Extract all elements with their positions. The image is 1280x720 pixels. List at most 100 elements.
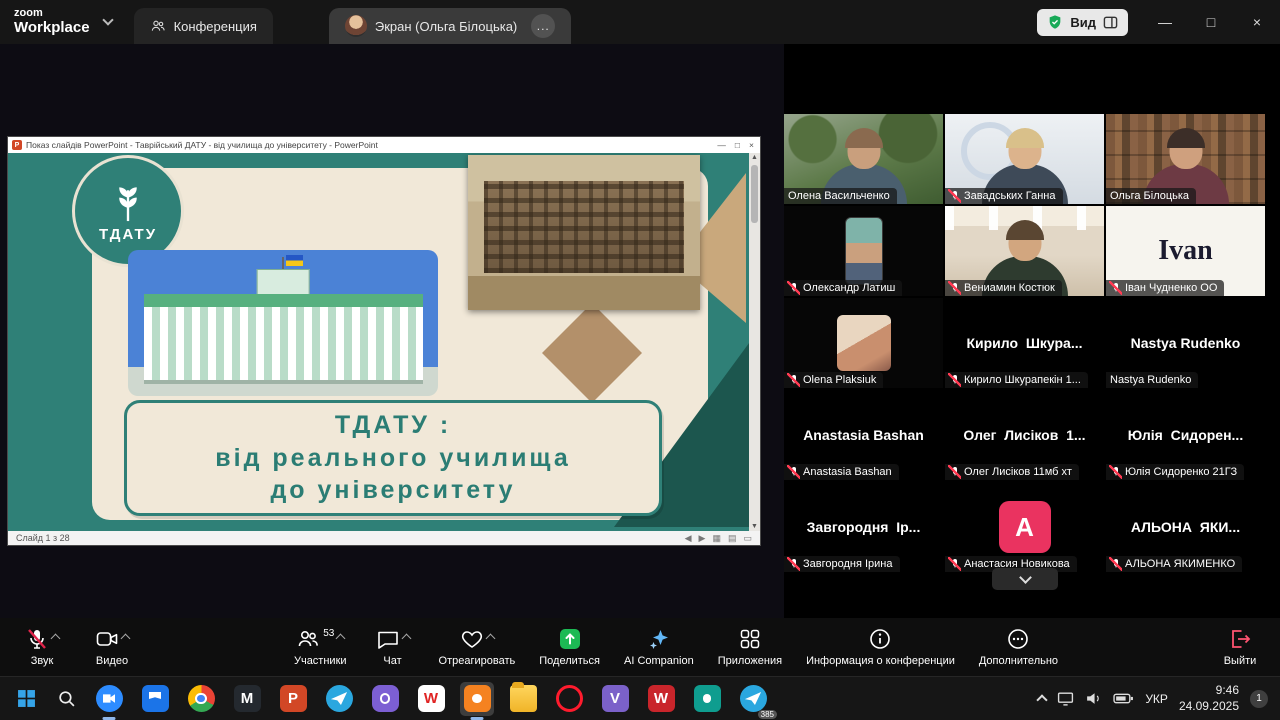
taskbar-app-photos[interactable]: [138, 682, 172, 716]
battery-icon[interactable]: [1113, 692, 1134, 705]
logo-text: ТДАТУ: [99, 226, 157, 243]
video-camera-icon: [95, 627, 119, 651]
language-indicator[interactable]: УКР: [1145, 692, 1168, 706]
participants-icon: [150, 18, 166, 34]
volume-icon[interactable]: [1085, 690, 1102, 707]
reading-view-icon[interactable]: ▭: [743, 533, 752, 544]
tab-more-button[interactable]: ...: [531, 14, 555, 38]
participants-button[interactable]: 53 Участники: [294, 627, 347, 667]
layout-icon: [1103, 15, 1118, 30]
participant-name-tag: Ольга Білоцька: [1106, 188, 1196, 204]
scroll-down-icon[interactable]: ▼: [751, 523, 758, 530]
prev-slide-icon[interactable]: ◀: [685, 533, 692, 544]
share-screen-button[interactable]: Поделиться: [539, 627, 600, 667]
grid-view-icon[interactable]: ▦: [712, 533, 721, 544]
chevron-down-icon[interactable]: [102, 14, 113, 25]
taskbar-app-mail[interactable]: [690, 682, 724, 716]
avatar-initial: A: [999, 501, 1051, 553]
taskbar-app-file-explorer[interactable]: [506, 682, 540, 716]
participant-name-tag: Nastya Rudenko: [1106, 372, 1198, 388]
participant-name: Anastasia Bashan: [803, 466, 892, 478]
chat-options-caret[interactable]: [401, 634, 411, 644]
taskbar-app-purple[interactable]: V: [598, 682, 632, 716]
view-button[interactable]: Вид: [1037, 9, 1128, 36]
scroll-up-icon[interactable]: ▲: [751, 154, 758, 161]
maximize-button[interactable]: □: [1188, 0, 1234, 44]
taskbar-app-opera[interactable]: [552, 682, 586, 716]
titlebar-right: Вид — □ ×: [1037, 0, 1280, 44]
taskbar-app-powerpoint[interactable]: P: [276, 682, 310, 716]
search-button[interactable]: [52, 685, 80, 713]
participant-tile[interactable]: Завадських Ганна: [945, 114, 1104, 204]
participant-tile[interactable]: Завгородня Ір... Завгородня Ірина: [784, 482, 943, 572]
reactions-label: Отреагировать: [439, 655, 516, 667]
ai-companion-button[interactable]: AI Companion: [624, 627, 694, 667]
taskbar-app-telegram[interactable]: [322, 682, 356, 716]
slide-title-line3: до університету: [270, 474, 515, 507]
tab-screen-share[interactable]: Экран (Ольга Білоцька) ...: [329, 8, 571, 44]
tab-meeting[interactable]: Конференция: [134, 8, 273, 44]
start-button[interactable]: [12, 685, 40, 713]
mic-muted-icon: [788, 466, 799, 478]
participant-tile-active-speaker[interactable]: Ольга Білоцька: [1106, 114, 1265, 204]
participant-tile[interactable]: Anastasia Bashan Anastasia Bashan: [784, 390, 943, 480]
slide-canvas[interactable]: ТДАТУ ТДАТУ : від реального училища до у…: [8, 153, 760, 531]
meeting-info-label: Информация о конференции: [806, 655, 955, 667]
taskbar-app-zoom[interactable]: [92, 682, 126, 716]
participant-tile[interactable]: Олена Васильченко: [784, 114, 943, 204]
participant-name: Вениамин Костюк: [964, 282, 1055, 294]
participant-name: Завгородня Ірина: [803, 558, 893, 570]
collapse-gallery-button[interactable]: [992, 568, 1058, 590]
participant-tile[interactable]: АЛЬОНА ЯКИ... АЛЬОНА ЯКИМЕНКО: [1106, 482, 1265, 572]
participant-tile[interactable]: A Анастасия Новикова: [945, 482, 1104, 572]
logo-workplace-text: Workplace: [14, 20, 90, 36]
next-slide-icon[interactable]: ▶: [699, 533, 706, 544]
audio-label: Звук: [31, 655, 54, 667]
apps-button[interactable]: Приложения: [718, 627, 782, 667]
taskbar-clock[interactable]: 9:46 24.09.2025: [1179, 683, 1239, 714]
system-tray: УКР 9:46 24.09.2025 1: [1038, 683, 1274, 714]
slide-scrollbar[interactable]: ▲ ▼: [749, 153, 760, 531]
taskbar-app-word-red[interactable]: W: [644, 682, 678, 716]
hidden-icons-chevron[interactable]: [1037, 694, 1048, 705]
video-options-caret[interactable]: [121, 634, 131, 644]
mic-muted-icon: [949, 558, 960, 570]
taskbar-app-gmail[interactable]: M: [230, 682, 264, 716]
taskbar-app-telegram-2[interactable]: 385: [736, 682, 770, 716]
reactions-button[interactable]: Отреагировать: [439, 627, 516, 667]
close-button[interactable]: ×: [1234, 0, 1280, 44]
participant-tile[interactable]: Кирило Шкура... Кирило Шкурапекін 1...: [945, 298, 1104, 388]
scrollbar-thumb[interactable]: [751, 165, 758, 223]
participant-tile[interactable]: Олег Лисіков 1... Олег Лисіков 11мб хт: [945, 390, 1104, 480]
taskbar-app-active[interactable]: [460, 682, 494, 716]
participant-name-tag: Юлія Сидоренко 21ГЗ: [1106, 464, 1244, 480]
leave-meeting-button[interactable]: Выйти: [1218, 627, 1262, 667]
share-screen-icon: [558, 627, 582, 651]
taskbar-app-wps[interactable]: W: [414, 682, 448, 716]
participant-tile[interactable]: Вениамин Костюк: [945, 206, 1104, 296]
ppt-close-button[interactable]: ×: [749, 140, 754, 150]
notification-count-badge[interactable]: 1: [1250, 690, 1268, 708]
audio-button[interactable]: Звук: [20, 627, 64, 667]
meeting-info-button[interactable]: Информация о конференции: [806, 627, 955, 667]
minimize-button[interactable]: —: [1142, 0, 1188, 44]
audio-options-caret[interactable]: [51, 634, 61, 644]
more-button[interactable]: Дополнительно: [979, 627, 1058, 667]
participants-options-caret[interactable]: [336, 634, 346, 644]
participant-tile[interactable]: Nastya Rudenko Nastya Rudenko: [1106, 298, 1265, 388]
participant-tile[interactable]: Олександр Латиш: [784, 206, 943, 296]
participant-tile[interactable]: Юлія Сидорен... Юлія Сидоренко 21ГЗ: [1106, 390, 1265, 480]
info-icon: [868, 627, 892, 651]
taskbar-app-chrome[interactable]: [184, 682, 218, 716]
ppt-minimize-button[interactable]: —: [717, 140, 726, 150]
video-button[interactable]: Видео: [90, 627, 134, 667]
chat-button[interactable]: Чат: [371, 627, 415, 667]
building-illustration: [128, 250, 438, 396]
reactions-options-caret[interactable]: [485, 634, 495, 644]
participant-tile[interactable]: Olena Plaksiuk: [784, 298, 943, 388]
ppt-maximize-button[interactable]: □: [735, 140, 740, 150]
taskbar-app-viber[interactable]: [368, 682, 402, 716]
normal-view-icon[interactable]: ▤: [728, 533, 737, 544]
display-icon[interactable]: [1057, 690, 1074, 707]
participant-tile[interactable]: Ivan Іван Чудненко ОО: [1106, 206, 1265, 296]
